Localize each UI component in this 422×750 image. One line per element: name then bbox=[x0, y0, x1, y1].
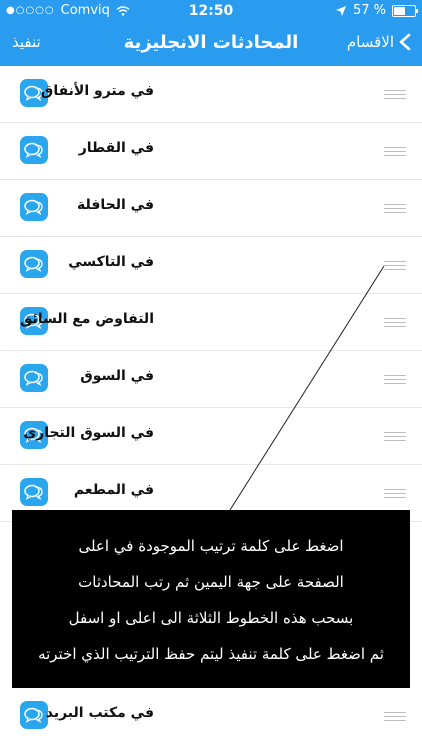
list-item-label: في السوق bbox=[80, 368, 154, 384]
back-button-label: الاقسام bbox=[346, 33, 394, 51]
battery-percent: 57 % bbox=[352, 3, 386, 18]
chat-bubbles-icon bbox=[20, 364, 48, 392]
reorder-handle-icon[interactable] bbox=[384, 318, 406, 330]
list-item-label: في التاكسي bbox=[68, 254, 154, 270]
chat-bubbles-icon bbox=[20, 250, 48, 278]
list-item-label: في السوق التجاري bbox=[23, 425, 154, 441]
conversation-list: في مترو الأنفاق في القطار في الحافلة في الت… bbox=[0, 66, 422, 522]
instructions-tooltip: اضغط على كلمة ترتيب الموجودة في اعلى الص… bbox=[12, 510, 410, 688]
chat-bubbles-icon bbox=[20, 701, 48, 729]
status-right: 57 % bbox=[335, 3, 418, 18]
list-item[interactable]: في السوق bbox=[0, 351, 422, 408]
tooltip-line: بسحب هذه الخطوط الثلاثة الى اعلى او اسفل bbox=[68, 609, 354, 627]
list-item-label: في مكتب البريد bbox=[45, 705, 154, 721]
list-item[interactable]: في الحافلة bbox=[0, 180, 422, 237]
list-item[interactable]: في مترو الأنفاق bbox=[0, 66, 422, 123]
chat-bubbles-icon bbox=[20, 193, 48, 221]
status-bar: ●○○○○ Comviq 12:50 57 % bbox=[0, 0, 422, 22]
navigation-bar: تنفيذ المحادثات الانجليزية الاقسام bbox=[0, 22, 422, 66]
tooltip-line: اضغط على كلمة ترتيب الموجودة في اعلى bbox=[78, 537, 344, 555]
reorder-handle-icon[interactable] bbox=[384, 261, 406, 273]
chevron-left-icon bbox=[399, 33, 411, 51]
reorder-handle-icon[interactable] bbox=[384, 432, 406, 444]
list-item[interactable]: في السوق التجاري bbox=[0, 408, 422, 465]
reorder-handle-icon[interactable] bbox=[384, 712, 406, 724]
list-item-label: في القطار bbox=[78, 140, 154, 156]
chat-bubbles-icon bbox=[20, 478, 48, 506]
list-item-label: التفاوض مع السائق bbox=[19, 311, 154, 327]
battery-icon bbox=[392, 4, 418, 17]
reorder-handle-icon[interactable] bbox=[384, 147, 406, 159]
battery-fill bbox=[394, 6, 405, 15]
list-item[interactable]: في التاكسي bbox=[0, 237, 422, 294]
reorder-handle-icon[interactable] bbox=[384, 90, 406, 102]
back-button[interactable]: الاقسام bbox=[347, 33, 412, 51]
chat-bubbles-icon bbox=[20, 136, 48, 164]
reorder-handle-icon[interactable] bbox=[384, 204, 406, 216]
reorder-handle-icon[interactable] bbox=[384, 489, 406, 501]
location-arrow-icon bbox=[335, 5, 346, 16]
tooltip-line: ثم اضغط على كلمة تنفيذ ليتم حفظ الترتيب … bbox=[38, 645, 384, 663]
list-item[interactable]: في القطار bbox=[0, 123, 422, 180]
tooltip-line: الصفحة على جهة اليمين ثم رتب المحادثات bbox=[78, 573, 344, 591]
list-item-label: في الحافلة bbox=[77, 197, 154, 213]
reorder-handle-icon[interactable] bbox=[384, 375, 406, 387]
list-item-label: في المطعم bbox=[73, 482, 154, 498]
list-item[interactable]: التفاوض مع السائق bbox=[0, 294, 422, 351]
list-item[interactable]: في مكتب البريد bbox=[0, 688, 422, 744]
list-item-label: في مترو الأنفاق bbox=[40, 83, 154, 99]
